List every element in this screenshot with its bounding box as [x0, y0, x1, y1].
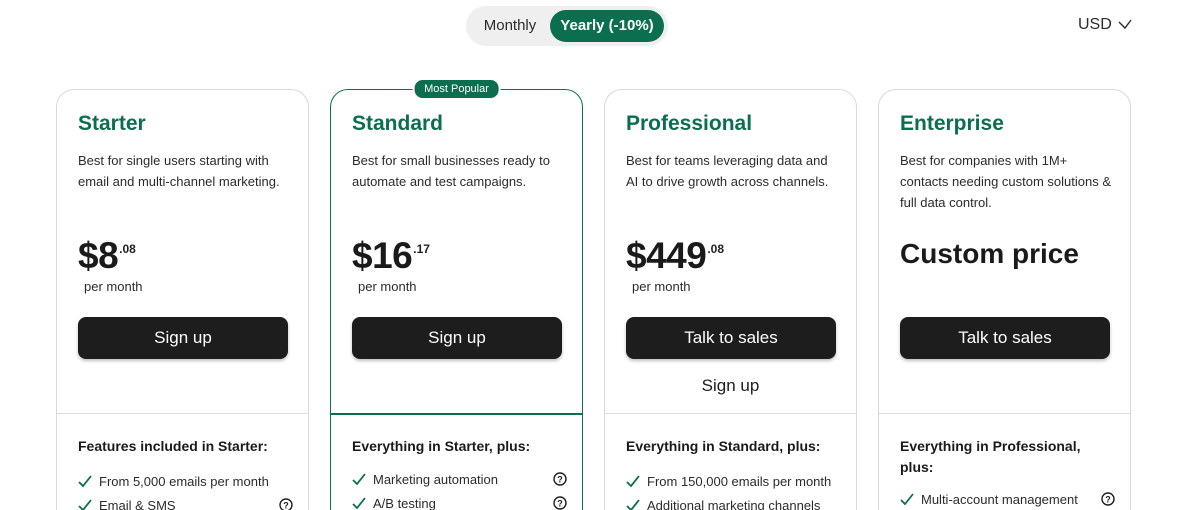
- custom-price: Custom price: [900, 238, 1079, 269]
- features-list: Multi-account management ?: [900, 487, 1115, 510]
- billing-yearly-option[interactable]: Yearly (-10%): [550, 10, 664, 42]
- price-period: per month: [358, 279, 417, 294]
- chevron-down-icon: [1118, 19, 1132, 30]
- price-cents: .08: [119, 242, 136, 256]
- plan-card-starter: Starter Best for single users starting w…: [56, 89, 309, 510]
- plan-description: Best for teams leveraging data and AI to…: [626, 153, 829, 189]
- feature-label: Email & SMS: [99, 497, 176, 510]
- billing-toggle: Monthly Yearly (-10%): [466, 6, 668, 46]
- sign-up-button[interactable]: Sign up: [78, 317, 288, 359]
- plan-price: $449 .08: [626, 235, 724, 277]
- plan-price: $8 .08: [78, 235, 136, 277]
- price-main: $16: [352, 235, 413, 276]
- check-icon: [626, 475, 640, 488]
- help-icon[interactable]: ?: [553, 496, 567, 510]
- divider: [331, 413, 582, 415]
- features-title: Everything in Professional, plus:: [900, 438, 1081, 475]
- feature-item: From 150,000 emails per month: [626, 469, 841, 493]
- features-list: From 150,000 emails per month Additional…: [626, 469, 841, 510]
- check-icon: [78, 499, 92, 510]
- most-popular-badge: Most Popular: [412, 78, 501, 100]
- help-icon[interactable]: ?: [1101, 492, 1115, 506]
- help-icon[interactable]: ?: [553, 472, 567, 486]
- features-title: Features included in Starter:: [78, 438, 268, 454]
- plan-card-professional: Professional Best for teams leveraging d…: [604, 89, 857, 510]
- currency-selector[interactable]: USD: [1078, 16, 1132, 34]
- sign-up-link[interactable]: Sign up: [605, 376, 856, 396]
- billing-monthly-option[interactable]: Monthly: [470, 10, 550, 42]
- price-main: $8: [78, 235, 119, 276]
- price-period: per month: [84, 279, 143, 294]
- sign-up-button[interactable]: Sign up: [352, 317, 562, 359]
- divider: [57, 413, 308, 414]
- plan-name: Professional: [626, 112, 753, 135]
- features-title: Everything in Standard, plus:: [626, 438, 821, 454]
- talk-to-sales-button[interactable]: Talk to sales: [626, 317, 836, 359]
- feature-label: Additional marketing channels: [647, 497, 821, 510]
- feature-label: Marketing automation: [373, 471, 499, 487]
- feature-item: A/B testing ?: [352, 491, 567, 510]
- svg-text:?: ?: [1105, 495, 1111, 505]
- check-icon: [626, 499, 640, 510]
- features-list: From 5,000 emails per month Email & SMS …: [78, 469, 293, 510]
- currency-label: USD: [1078, 16, 1112, 33]
- feature-item: Multi-account management ?: [900, 487, 1115, 510]
- plan-description: Best for single users starting with emai…: [78, 153, 280, 189]
- plan-price: $16 .17: [352, 235, 430, 277]
- feature-item: Marketing automation ?: [352, 467, 567, 491]
- check-icon: [352, 473, 366, 486]
- check-icon: [78, 475, 92, 488]
- price-main: $449: [626, 235, 707, 276]
- feature-label: A/B testing: [373, 495, 436, 510]
- plan-name: Starter: [78, 112, 146, 135]
- svg-text:?: ?: [557, 475, 563, 485]
- feature-item: Email & SMS ?: [78, 493, 293, 510]
- price-period: per month: [632, 279, 691, 294]
- plan-description: Best for companies with 1M+ contacts nee…: [900, 153, 1112, 210]
- talk-to-sales-button[interactable]: Talk to sales: [900, 317, 1110, 359]
- plan-card-enterprise: Enterprise Best for companies with 1M+ c…: [878, 89, 1131, 510]
- price-cents: .17: [413, 242, 430, 256]
- feature-item: From 5,000 emails per month: [78, 469, 293, 493]
- feature-item: Additional marketing channels: [626, 493, 841, 510]
- check-icon: [352, 497, 366, 510]
- plan-card-standard: Most Popular Standard Best for small bus…: [330, 78, 583, 510]
- divider: [605, 413, 856, 414]
- plan-description: Best for small businesses ready to autom…: [352, 153, 550, 189]
- svg-text:?: ?: [283, 501, 289, 510]
- features-title: Everything in Starter, plus:: [352, 438, 531, 454]
- price-cents: .08: [707, 242, 724, 256]
- feature-label: From 150,000 emails per month: [647, 473, 832, 489]
- plan-name: Enterprise: [900, 112, 1004, 135]
- features-list: Marketing automation ? A/B testing ?: [352, 467, 567, 510]
- check-icon: [900, 493, 914, 506]
- plan-name: Standard: [352, 112, 444, 135]
- divider: [879, 413, 1130, 414]
- help-icon[interactable]: ?: [279, 498, 293, 510]
- svg-text:?: ?: [557, 499, 563, 509]
- feature-label: Multi-account management: [921, 491, 1078, 507]
- feature-label: From 5,000 emails per month: [99, 473, 269, 489]
